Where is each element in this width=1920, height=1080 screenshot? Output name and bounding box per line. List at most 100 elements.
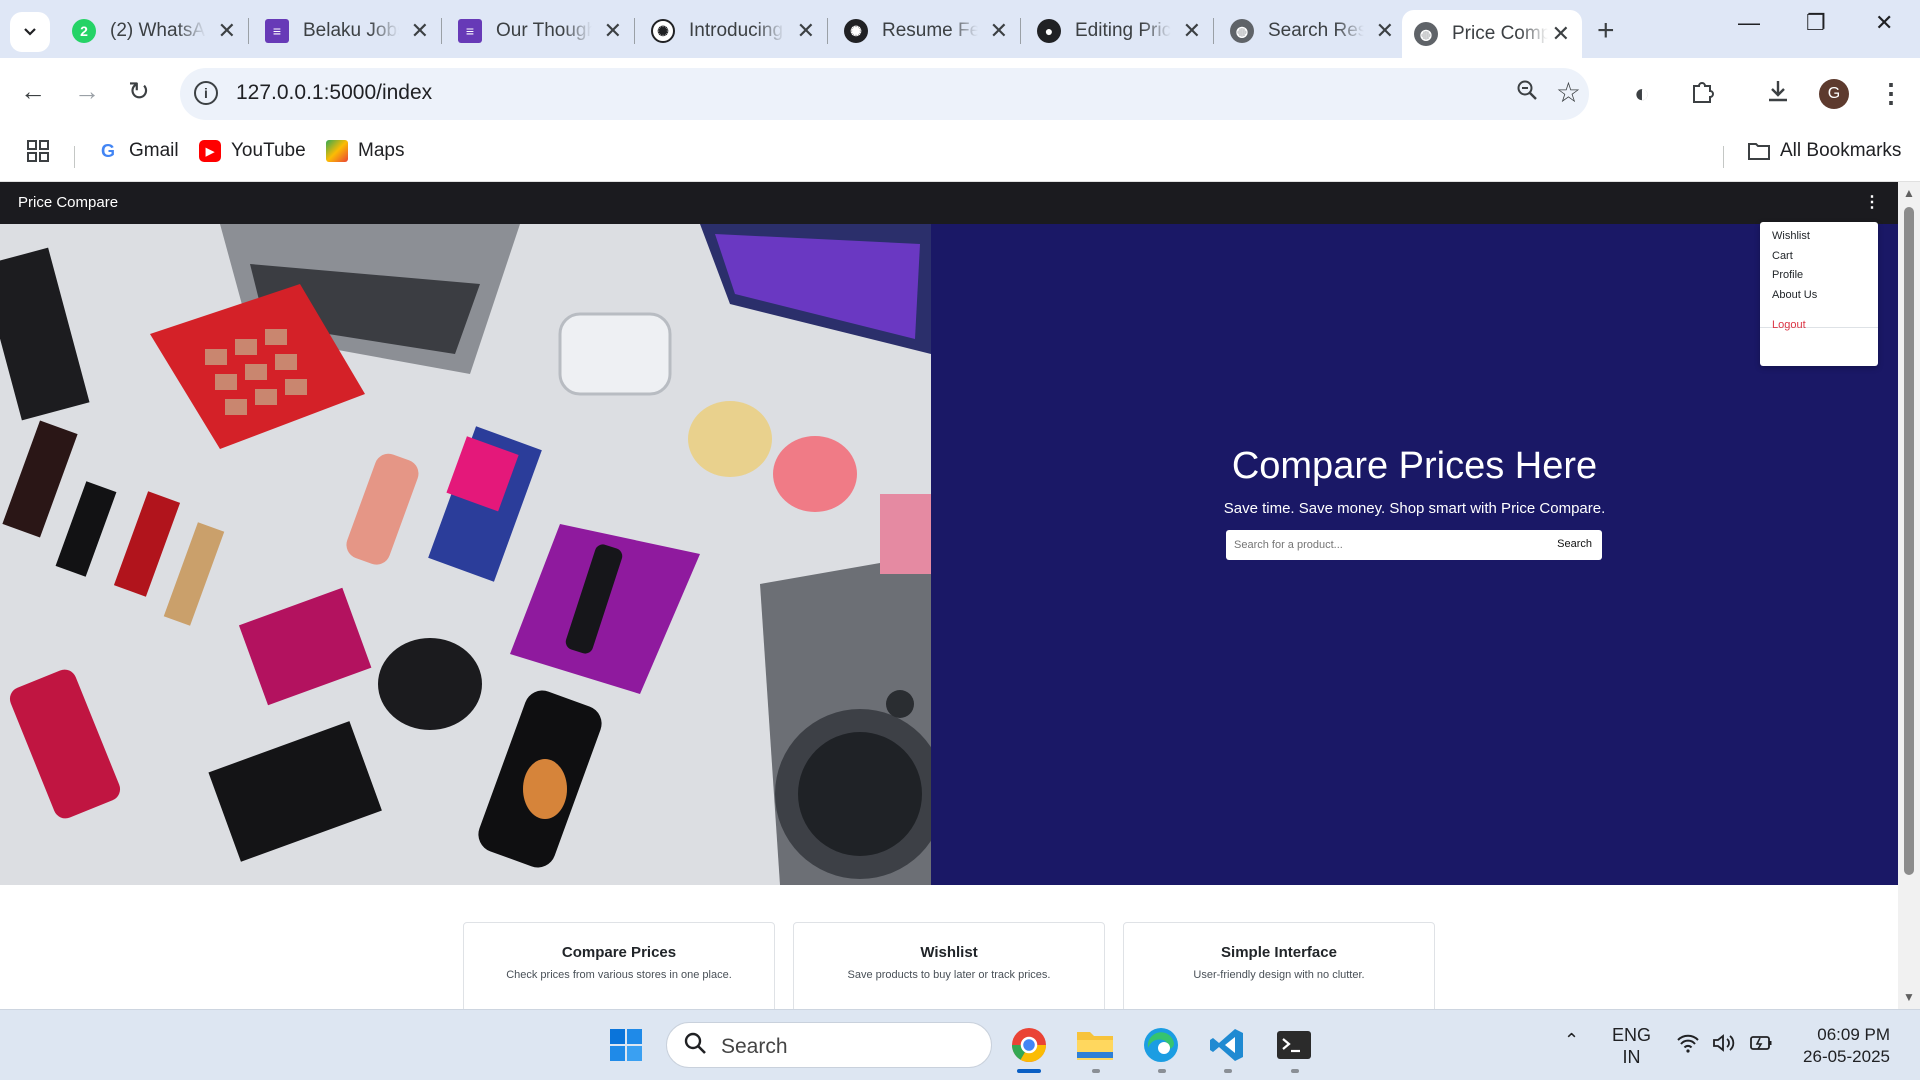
file-explorer-icon[interactable]: [1074, 1024, 1116, 1066]
clock-time: 06:09 PM: [1817, 1025, 1890, 1044]
close-icon[interactable]: ✕: [1376, 18, 1394, 44]
tab-separator: [1020, 18, 1021, 44]
tab-our-thoughts[interactable]: ≡ Our Thoughts ✕: [446, 10, 635, 52]
tab-title: Introducing: [689, 20, 784, 41]
show-hidden-icons-chevron[interactable]: ⌃: [1564, 1030, 1579, 1051]
feature-card-compare-prices: Compare Prices Check prices from various…: [463, 922, 775, 1009]
folder-icon: [1748, 140, 1770, 162]
kebab-menu-icon[interactable]: ⋮: [1864, 192, 1880, 212]
app-indicator: [1224, 1069, 1232, 1073]
tab-title: Price Compare: [1452, 23, 1548, 44]
bookmark-youtube[interactable]: ▶ YouTube: [199, 140, 306, 162]
tab-introducing[interactable]: ✺ Introducing ✕: [639, 10, 828, 52]
hero-product-image: [0, 224, 931, 885]
github-icon: ●: [1037, 19, 1061, 43]
tab-search-results[interactable]: ◍ Search Results ✕: [1218, 10, 1406, 52]
wifi-icon[interactable]: [1676, 1033, 1700, 1058]
menu-item-profile[interactable]: Profile: [1772, 269, 1803, 281]
back-icon[interactable]: ←: [20, 76, 46, 107]
tab-resume-feedback[interactable]: ✺ Resume Feedback ✕: [832, 10, 1021, 52]
close-icon[interactable]: ✕: [797, 18, 815, 44]
google-icon: G: [100, 140, 115, 161]
close-icon[interactable]: ✕: [218, 18, 236, 44]
app-indicator: [1291, 1069, 1299, 1073]
close-icon[interactable]: ✕: [604, 18, 622, 44]
extension-vpn-icon[interactable]: ◐: [1634, 78, 1650, 109]
feature-card-title: Wishlist: [920, 944, 978, 961]
bookmark-star-icon[interactable]: ☆: [1556, 76, 1581, 109]
close-icon[interactable]: ✕: [1552, 21, 1570, 47]
search-button[interactable]: Search: [1557, 538, 1592, 550]
windows-start-icon[interactable]: [605, 1024, 647, 1066]
tab-belaku-jobs[interactable]: ≡ Belaku Jobs ✕: [253, 10, 442, 52]
bookmark-gmail[interactable]: G Gmail: [97, 140, 179, 162]
vscode-icon[interactable]: [1206, 1024, 1248, 1066]
bookmark-label: Gmail: [129, 140, 179, 161]
new-tab-button[interactable]: +: [1597, 14, 1615, 48]
close-window-icon[interactable]: ✕: [1875, 10, 1893, 36]
downloads-icon[interactable]: [1765, 78, 1791, 111]
menu-item-logout[interactable]: Logout: [1772, 319, 1806, 331]
restore-icon[interactable]: ❐: [1806, 10, 1826, 36]
hero-panel: Compare Prices Here Save time. Save mone…: [931, 224, 1898, 885]
menu-item-wishlist[interactable]: Wishlist: [1772, 230, 1810, 242]
profile-avatar[interactable]: G: [1819, 79, 1849, 109]
terminal-icon[interactable]: [1273, 1024, 1315, 1066]
site-brand[interactable]: Price Compare: [18, 194, 118, 211]
product-search-input[interactable]: [1234, 535, 1534, 555]
globe-icon: ◍: [1414, 22, 1438, 46]
close-icon[interactable]: ✕: [1183, 18, 1201, 44]
bookmark-maps[interactable]: Maps: [326, 140, 404, 162]
region-code: IN: [1622, 1047, 1641, 1067]
menu-item-cart[interactable]: Cart: [1772, 250, 1793, 262]
extensions-puzzle-icon[interactable]: [1690, 78, 1716, 111]
site-info-icon[interactable]: i: [194, 81, 218, 105]
page-scrollbar[interactable]: ▲ ▼: [1898, 182, 1920, 1009]
scroll-down-arrow-icon[interactable]: ▼: [1903, 990, 1915, 1004]
app-indicator: [1158, 1069, 1166, 1073]
url-text[interactable]: 127.0.0.1:5000/index: [236, 81, 432, 105]
openai-icon: ✺: [651, 19, 675, 43]
chevron-down-icon: [24, 28, 36, 36]
all-bookmarks-button[interactable]: All Bookmarks: [1748, 140, 1901, 162]
chrome-taskbar-icon[interactable]: [1008, 1024, 1050, 1066]
whatsapp-icon: 2: [72, 19, 96, 43]
close-icon[interactable]: ✕: [411, 18, 429, 44]
system-clock[interactable]: 06:09 PM 26-05-2025: [1790, 1024, 1890, 1068]
feature-card-title: Compare Prices: [561, 944, 677, 961]
tab-title: Search Results: [1268, 20, 1364, 41]
language-indicator[interactable]: ENG IN: [1612, 1024, 1651, 1068]
scrollbar-thumb[interactable]: [1904, 207, 1914, 875]
minimize-icon[interactable]: —: [1738, 10, 1760, 36]
taskbar-search-label: Search: [721, 1035, 788, 1058]
apps-grid-icon[interactable]: [27, 140, 49, 162]
tab-title: Resume Feedback: [882, 20, 978, 41]
browser-menu-icon[interactable]: ⋮: [1878, 78, 1904, 109]
volume-icon[interactable]: [1712, 1033, 1736, 1058]
zoom-icon[interactable]: [1515, 78, 1539, 109]
clock-date: 26-05-2025: [1803, 1047, 1890, 1066]
feature-card-description: Save products to buy later or track pric…: [847, 969, 1051, 981]
battery-icon[interactable]: [1748, 1033, 1774, 1058]
bookmark-label: Maps: [358, 140, 405, 161]
feature-card-simple-interface: Simple Interface User-friendly design wi…: [1123, 922, 1435, 1009]
tab-whatsapp[interactable]: 2 (2) WhatsApp ✕: [60, 10, 249, 52]
address-bar[interactable]: i 127.0.0.1:5000/index ☆: [180, 68, 1589, 120]
tab-title: Editing Price: [1075, 20, 1171, 41]
reload-icon[interactable]: ↻: [128, 76, 150, 107]
taskbar-search-box[interactable]: Search: [666, 1022, 992, 1068]
scroll-up-arrow-icon[interactable]: ▲: [1903, 186, 1915, 200]
feature-card-title: Simple Interface: [1221, 944, 1337, 961]
bookmarks-divider: [1723, 146, 1724, 168]
edge-icon[interactable]: [1140, 1024, 1182, 1066]
tab-price-compare[interactable]: ◍ Price Compare ✕: [1402, 10, 1582, 58]
openai-icon: ✺: [844, 19, 868, 43]
youtube-icon: ▶: [199, 140, 221, 162]
forms-icon: ≡: [265, 19, 289, 43]
close-icon[interactable]: ✕: [990, 18, 1008, 44]
tab-editing-price[interactable]: ● Editing Price ✕: [1025, 10, 1214, 52]
tab-separator: [248, 18, 249, 44]
forward-icon[interactable]: →: [74, 76, 100, 107]
tab-search-button[interactable]: [10, 12, 50, 52]
menu-item-about-us[interactable]: About Us: [1772, 289, 1817, 301]
